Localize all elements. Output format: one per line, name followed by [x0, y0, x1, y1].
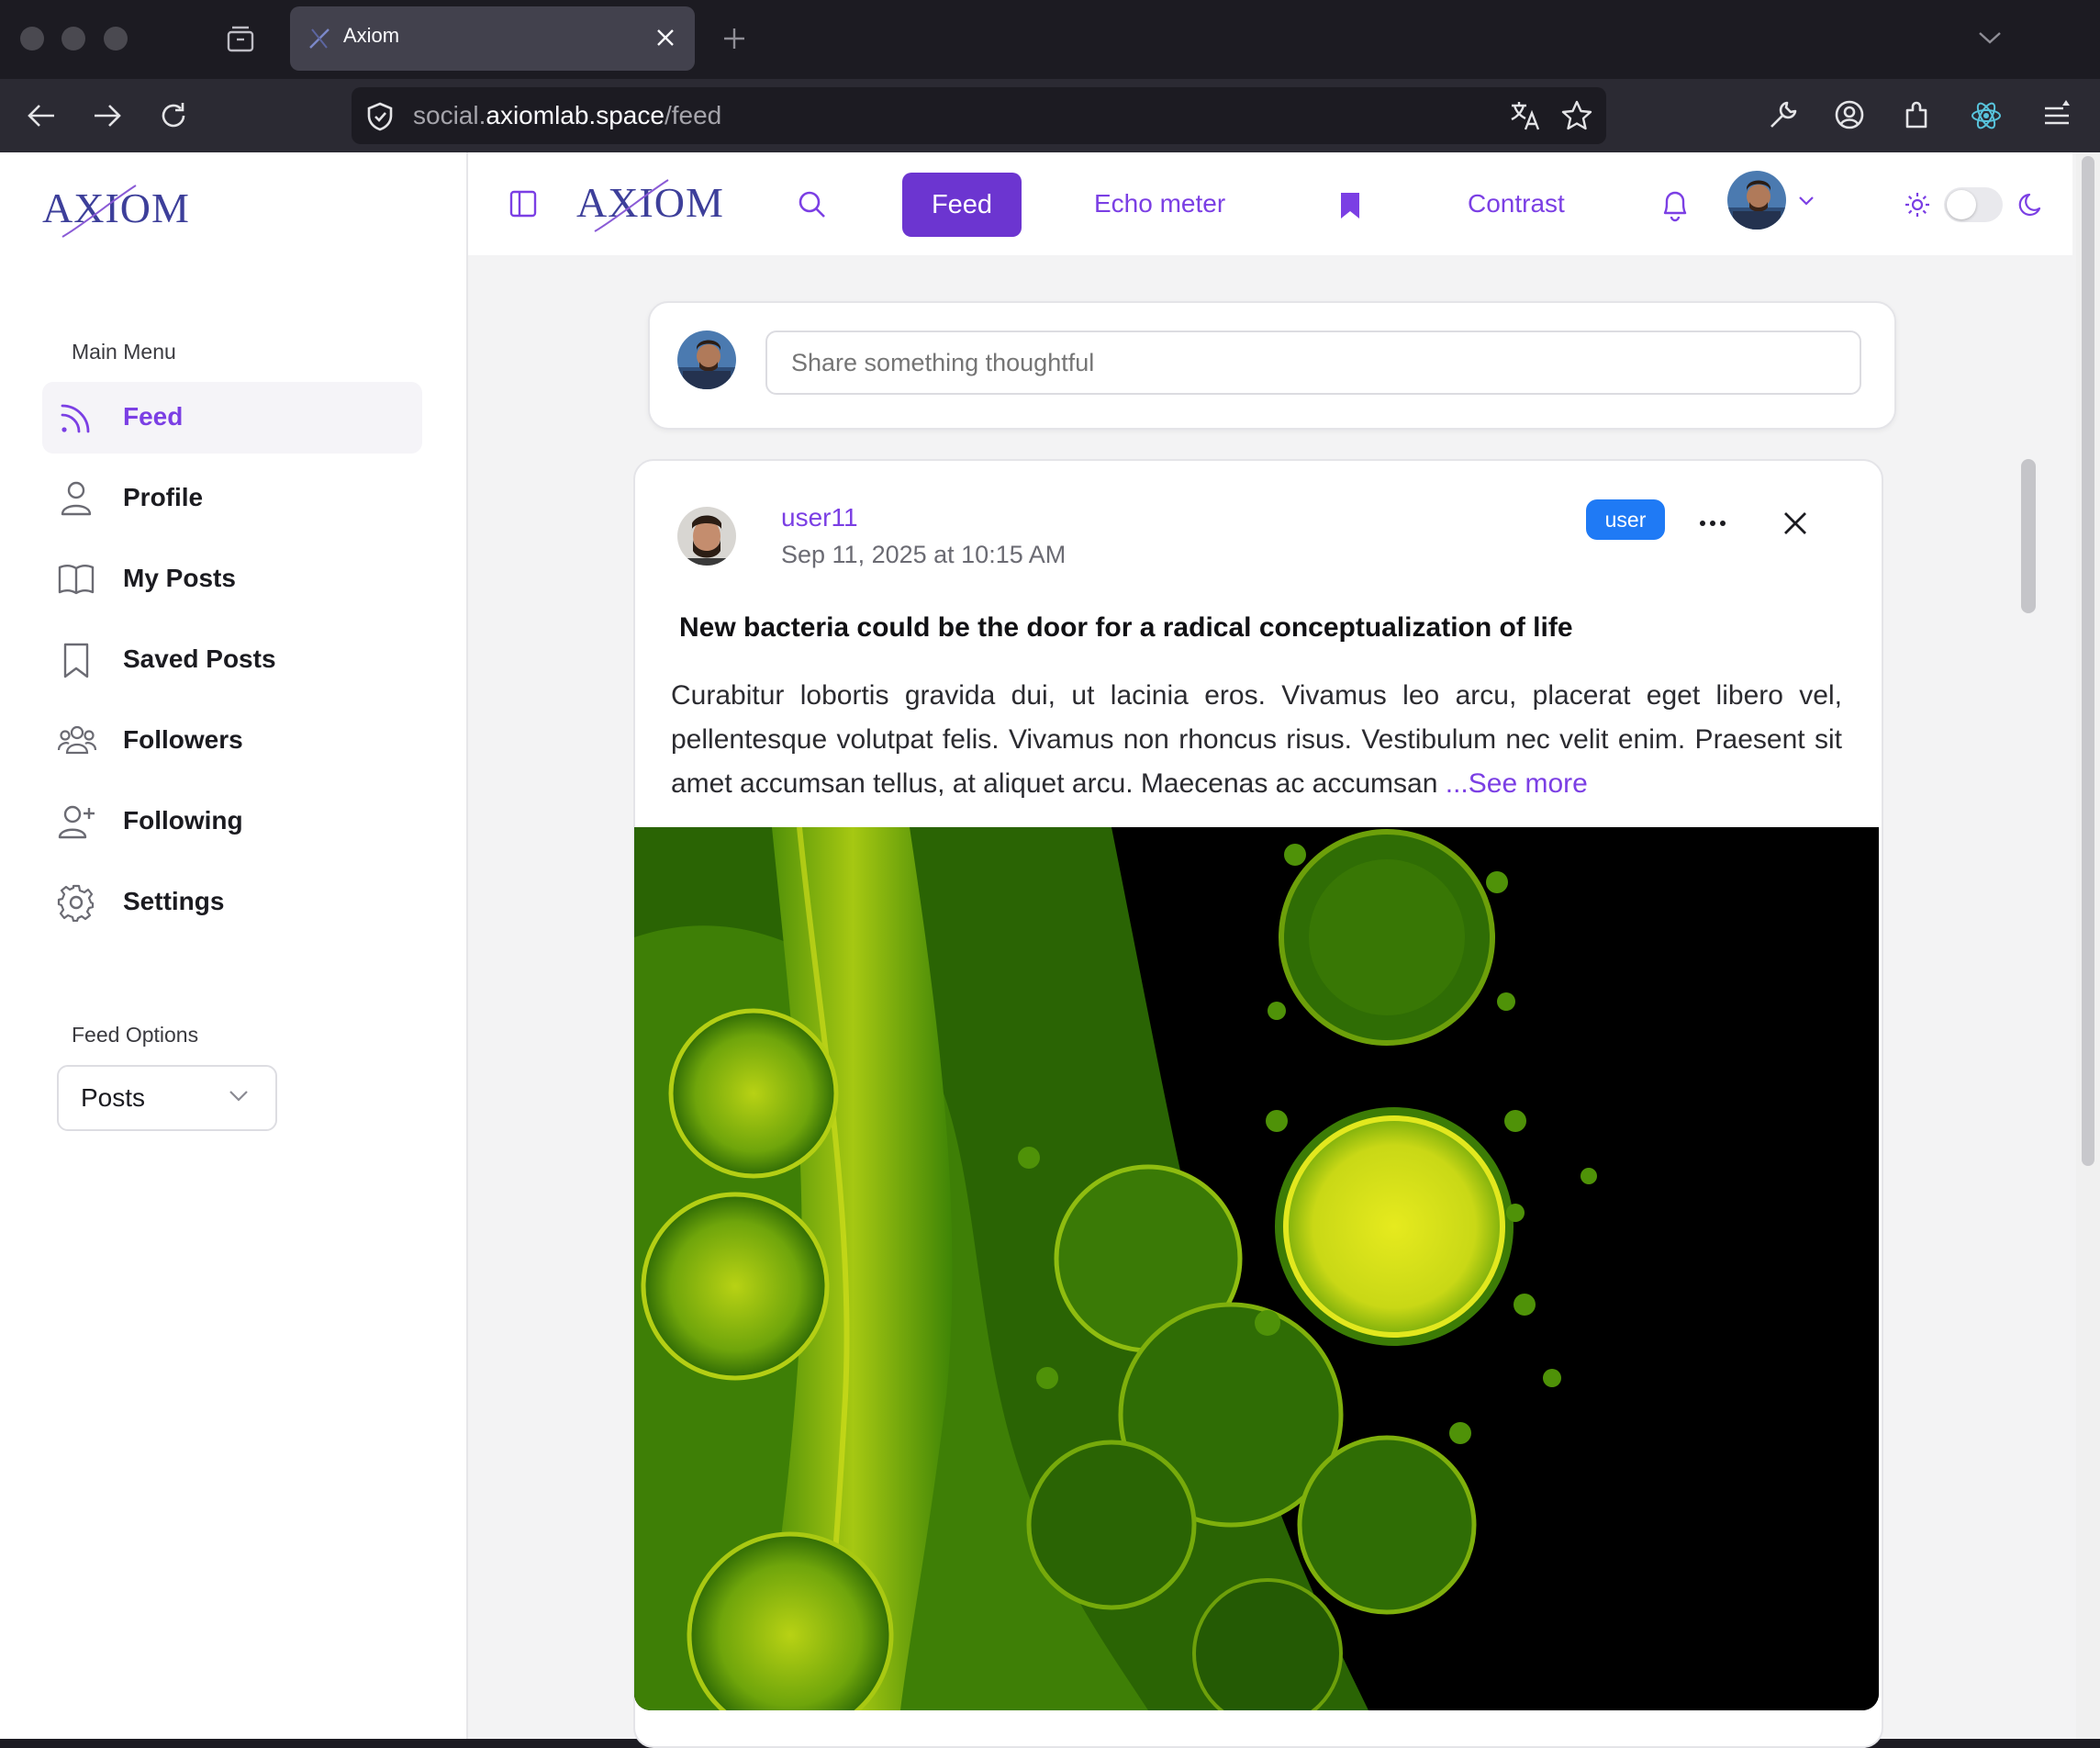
post-body: Curabitur lobortis gravida dui, ut lacin…	[671, 674, 1842, 806]
nav-echo-meter-link[interactable]: Echo meter	[1094, 189, 1225, 218]
back-arrow-icon[interactable]	[26, 102, 57, 129]
feed-scrollbar[interactable]	[2021, 459, 2036, 613]
rss-icon	[61, 404, 90, 433]
composer-input[interactable]	[765, 331, 1861, 395]
sidebar-item-label: Profile	[123, 483, 204, 511]
sidebar-item-label: Feed	[123, 402, 184, 431]
user-plus-icon	[58, 805, 95, 839]
nav-bookmark-icon[interactable]	[1338, 191, 1362, 220]
see-more-link[interactable]: ...See more	[1446, 768, 1588, 799]
tab-close-icon[interactable]	[655, 28, 676, 48]
feed-options-value: Posts	[81, 1083, 146, 1112]
avatar-chevron-down-icon[interactable]	[1797, 195, 1815, 207]
tab-tray-icon[interactable]	[226, 24, 255, 53]
book-icon	[58, 565, 95, 595]
bookmark-icon	[63, 643, 89, 678]
post-username[interactable]: user11	[781, 503, 858, 532]
notification-bell-icon[interactable]	[1659, 187, 1691, 222]
more-options-icon[interactable]	[1698, 518, 1727, 529]
user-avatar[interactable]	[1727, 171, 1786, 230]
gear-icon	[57, 884, 95, 922]
url-path: /feed	[664, 101, 722, 129]
tab-favicon-icon	[309, 28, 330, 49]
search-icon[interactable]	[797, 189, 828, 220]
window-zoom-dot[interactable]	[104, 27, 128, 50]
tab-list-chevron-icon[interactable]	[1977, 28, 2003, 48]
sidebar-item-label: Following	[123, 806, 243, 835]
post-timestamp: Sep 11, 2025 at 10:15 AM	[781, 541, 1067, 568]
tab-title: Axiom	[343, 24, 400, 47]
app-menu-icon[interactable]	[2041, 97, 2074, 130]
sidebar-item-label: Followers	[123, 725, 243, 754]
main-menu-label: Main Menu	[72, 340, 176, 364]
wrench-icon[interactable]	[1768, 99, 1799, 130]
chevron-down-icon	[229, 1091, 248, 1102]
sidebar-toggle-icon[interactable]	[508, 189, 538, 218]
users-icon	[57, 725, 97, 755]
nav-feed-button[interactable]: Feed	[902, 173, 1022, 237]
feed-options-select[interactable]: Posts	[57, 1065, 277, 1131]
theme-toggle[interactable]	[1944, 187, 2003, 222]
sidebar-item-feed[interactable]: Feed	[42, 382, 422, 454]
new-tab-icon[interactable]	[721, 26, 747, 51]
feed-options-label: Feed Options	[72, 1023, 199, 1047]
sidebar-item-label: Saved Posts	[123, 644, 276, 673]
reload-icon[interactable]	[158, 100, 189, 131]
user-icon	[61, 481, 92, 516]
url-prefix: social.	[413, 101, 486, 129]
window-close-dot[interactable]	[20, 27, 44, 50]
sidebar-item-label: My Posts	[123, 564, 236, 592]
window-minimize-dot[interactable]	[61, 27, 85, 50]
shield-icon[interactable]	[365, 101, 395, 132]
page-scrollbar-thumb[interactable]	[2082, 156, 2094, 1166]
react-devtools-icon[interactable]	[1970, 99, 2003, 132]
url-domain: axiomlab.space	[486, 101, 665, 129]
sidebar-item-following[interactable]: Following	[42, 786, 422, 857]
sidebar-item-profile[interactable]: Profile	[42, 463, 422, 534]
nav-contrast-link[interactable]: Contrast	[1468, 189, 1565, 218]
url-text[interactable]: social.axiomlab.space/feed	[413, 101, 721, 130]
account-icon[interactable]	[1834, 99, 1865, 130]
bacteria-microscopy-image	[634, 827, 1879, 1710]
extensions-icon[interactable]	[1902, 99, 1933, 130]
composer-avatar	[677, 331, 736, 389]
theme-toggle-knob	[1947, 190, 1976, 219]
post-body-text: Curabitur lobortis gravida dui, ut lacin…	[671, 680, 1842, 799]
sidebar-item-label: Settings	[123, 887, 225, 915]
post-image[interactable]	[634, 827, 1879, 1710]
forward-arrow-icon[interactable]	[92, 102, 123, 129]
sun-icon	[1905, 193, 1929, 217]
translate-icon[interactable]	[1509, 99, 1542, 132]
post-title: New bacteria could be the door for a rad…	[679, 612, 1573, 643]
sidebar-item-followers[interactable]: Followers	[42, 705, 422, 777]
logo-swoosh-icon	[61, 185, 137, 238]
bookmark-star-icon[interactable]	[1560, 99, 1593, 132]
sidebar-item-saved-posts[interactable]: Saved Posts	[42, 624, 422, 696]
sidebar-item-settings[interactable]: Settings	[42, 867, 422, 938]
close-post-icon[interactable]	[1782, 510, 1808, 536]
moon-icon	[2018, 193, 2041, 217]
post-author-avatar[interactable]	[677, 507, 736, 566]
topnav-logo-swoosh-icon	[594, 179, 669, 232]
role-badge: user	[1586, 499, 1665, 540]
sidebar-item-my-posts[interactable]: My Posts	[42, 543, 422, 615]
